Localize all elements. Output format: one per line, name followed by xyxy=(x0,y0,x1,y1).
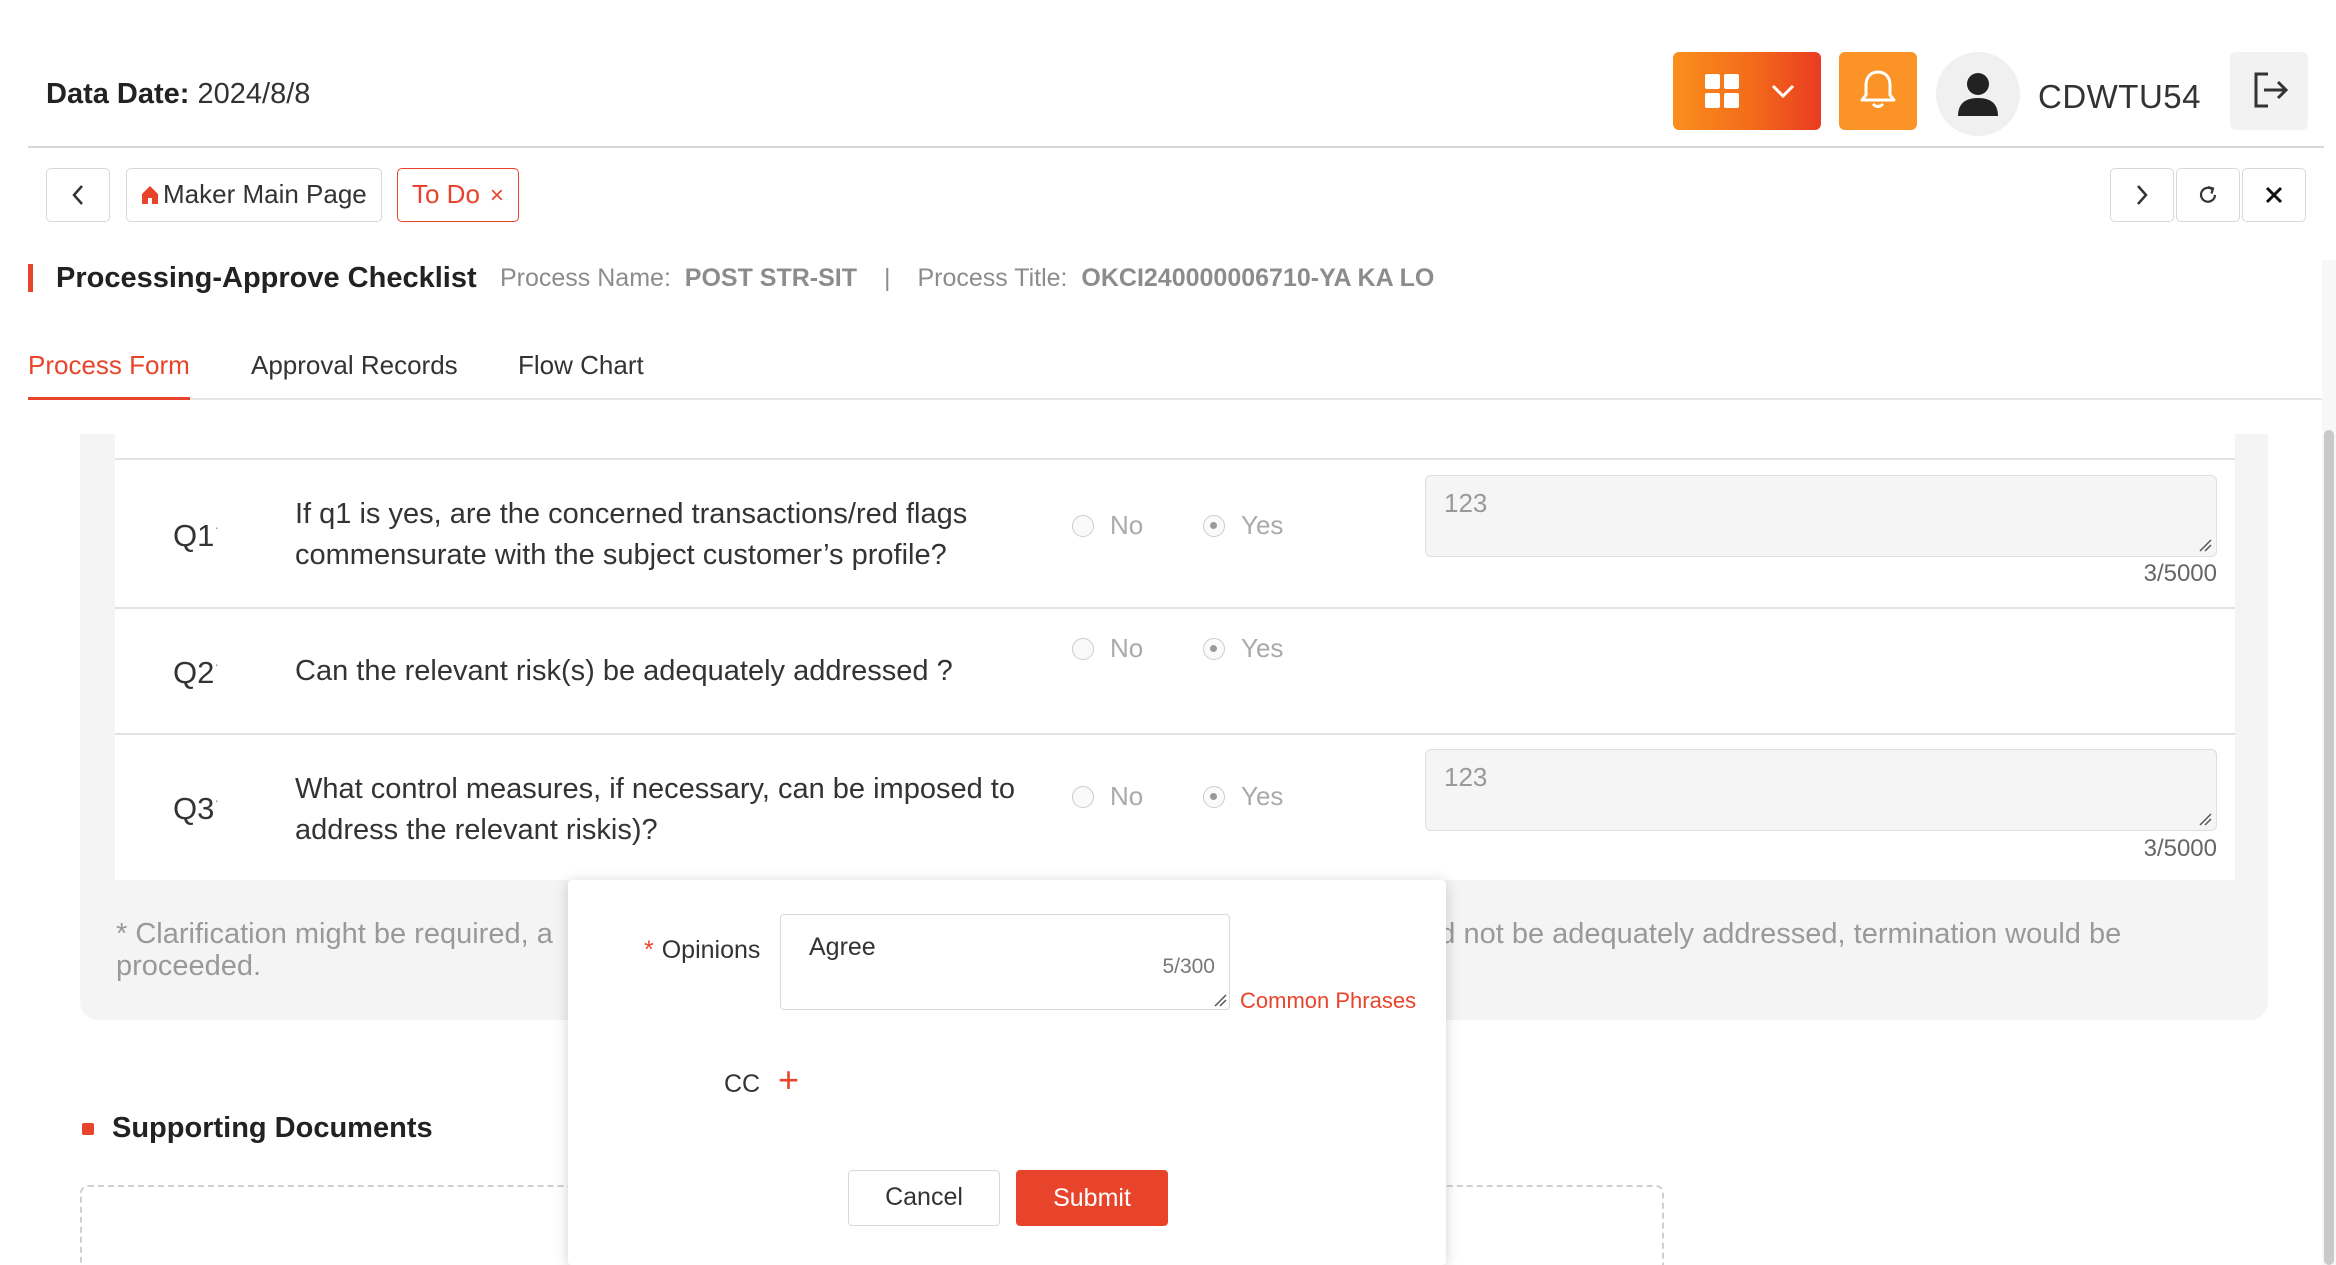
clarification-line2: proceeded. xyxy=(116,950,262,982)
remark-text: 123 xyxy=(1444,488,1488,518)
question-number: Q2· xyxy=(173,655,220,690)
tab-label: Maker Main Page xyxy=(163,179,367,209)
radio-yes[interactable]: Yes xyxy=(1203,633,1283,664)
process-title-value: OKCI240000006710-YA KA LO xyxy=(1081,264,1435,292)
page-title: Processing-Approve Checklist xyxy=(56,262,477,294)
radio-no[interactable]: No xyxy=(1072,781,1143,812)
tab-approval-records[interactable]: Approval Records xyxy=(251,350,458,400)
chevron-left-icon xyxy=(72,185,83,205)
tab-label: To Do xyxy=(412,179,480,209)
radio-yes[interactable]: Yes xyxy=(1203,781,1283,812)
username: CDWTU54 xyxy=(2038,78,2202,115)
close-icon[interactable]: × xyxy=(490,182,504,209)
bell-icon xyxy=(1860,70,1896,108)
data-date: Data Date: 2024/8/8 xyxy=(46,78,310,111)
refresh-icon xyxy=(2199,185,2217,203)
radio-circle xyxy=(1203,638,1225,660)
tab-process-form[interactable]: Process Form xyxy=(28,350,190,400)
question-number: Q3· xyxy=(173,791,220,826)
supporting-documents-title: Supporting Documents xyxy=(112,1112,433,1144)
opinion-popup: * Opinions Agree 5/300 Common Phrases CC … xyxy=(568,880,1446,1265)
close-icon xyxy=(2265,186,2283,204)
radio-no[interactable]: No xyxy=(1072,510,1143,541)
opinions-label: * Opinions xyxy=(644,936,761,964)
home-icon xyxy=(142,186,158,204)
logout-icon xyxy=(2254,72,2289,108)
opinions-textarea[interactable]: Agree 5/300 xyxy=(780,914,1230,1010)
char-count: 3/5000 xyxy=(2143,835,2217,862)
user-icon xyxy=(1958,73,1998,116)
remark-textarea[interactable]: 123 xyxy=(1425,475,2217,557)
title-accent-bar xyxy=(28,264,33,292)
avatar[interactable] xyxy=(1936,52,2020,136)
tab-to-do[interactable]: To Do × xyxy=(397,168,519,222)
refresh-button[interactable] xyxy=(2176,168,2240,222)
tab-scroll-left-button[interactable] xyxy=(46,168,110,222)
remark-textarea[interactable]: 123 xyxy=(1425,749,2217,831)
close-all-button[interactable] xyxy=(2242,168,2306,222)
clarification-right: ld not be adequately addressed, terminat… xyxy=(1432,918,2122,950)
question-text: Can the relevant risk(s) be adequately a… xyxy=(295,655,953,687)
remark-text: 123 xyxy=(1444,762,1488,792)
question-text: What control measures, if necessary, can… xyxy=(295,773,1015,846)
radio-circle xyxy=(1203,786,1225,808)
char-count: 5/300 xyxy=(1162,955,1215,978)
chevron-down-icon xyxy=(1771,84,1795,99)
meta-separator: | xyxy=(883,264,891,292)
tab-maker-main-page[interactable]: Maker Main Page xyxy=(126,168,382,222)
radio-no[interactable]: No xyxy=(1072,633,1143,664)
radio-yes[interactable]: Yes xyxy=(1203,510,1283,541)
main-tabs: Process Form Approval Records Flow Chart xyxy=(28,350,2324,400)
cc-label: CC xyxy=(724,1070,761,1098)
cc-add-button[interactable]: + xyxy=(778,1060,799,1100)
data-date-value: 2024/8/8 xyxy=(197,78,311,110)
submit-button[interactable]: Submit xyxy=(1016,1170,1168,1226)
tab-flow-chart[interactable]: Flow Chart xyxy=(518,350,644,400)
data-date-label: Data Date: xyxy=(46,78,190,110)
resize-handle-icon[interactable] xyxy=(1213,993,1227,1007)
table-row: Q2· Can the relevant risk(s) be adequate… xyxy=(115,609,2235,735)
radio-circle xyxy=(1072,515,1094,537)
process-name-label: Process Name: xyxy=(500,264,671,292)
logout-button[interactable] xyxy=(2230,52,2308,130)
chevron-right-icon xyxy=(2137,185,2148,205)
resize-handle-icon[interactable] xyxy=(2198,812,2212,826)
top-header: Data Date: 2024/8/8 CDWTU54 xyxy=(28,44,2324,148)
table-row: Q1· If q1 is yes, are the concerned tran… xyxy=(115,460,2235,609)
radio-circle xyxy=(1072,786,1094,808)
question-table: Q1· If q1 is yes, are the concerned tran… xyxy=(115,434,2235,880)
notifications-button[interactable] xyxy=(1839,52,1917,130)
opinions-value: Agree xyxy=(809,933,876,961)
apps-menu-button[interactable] xyxy=(1673,52,1821,130)
char-count: 3/5000 xyxy=(2143,560,2217,587)
question-text: If q1 is yes, are the concerned transact… xyxy=(295,498,968,571)
radio-circle xyxy=(1072,638,1094,660)
question-number: Q1· xyxy=(173,518,220,553)
required-mark: * xyxy=(644,936,654,964)
grid-icon xyxy=(1705,74,1739,108)
table-row: Q3· What control measures, if necessary,… xyxy=(115,735,2235,880)
tab-strip: Maker Main Page To Do × xyxy=(28,150,2324,242)
section-bullet xyxy=(82,1123,94,1135)
scrollbar-thumb[interactable] xyxy=(2324,430,2334,1265)
cancel-button[interactable]: Cancel xyxy=(848,1170,1000,1226)
clarification-left: * Clarification might be required, a xyxy=(116,918,553,950)
common-phrases-link[interactable]: Common Phrases xyxy=(1240,988,1416,1014)
table-row xyxy=(115,434,2235,460)
resize-handle-icon[interactable] xyxy=(2198,538,2212,552)
tab-scroll-right-button[interactable] xyxy=(2110,168,2174,222)
process-meta: Process Name: POST STR-SIT | Process Tit… xyxy=(500,264,1434,293)
radio-circle xyxy=(1203,515,1225,537)
process-title-label: Process Title: xyxy=(917,264,1068,292)
process-name-value: POST STR-SIT xyxy=(684,264,858,292)
